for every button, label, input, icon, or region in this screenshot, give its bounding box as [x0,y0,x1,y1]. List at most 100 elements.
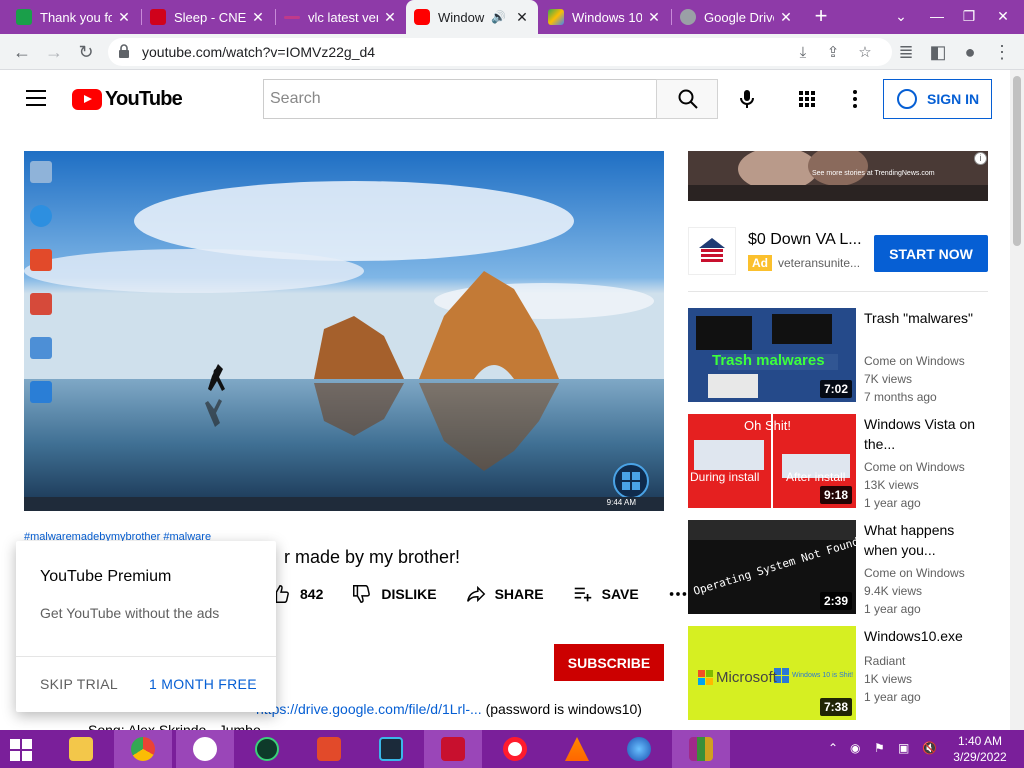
browser-menu-icon[interactable]: ⋮ [988,38,1016,66]
recorder-tray-icon[interactable]: ◉ [850,741,860,755]
close-tab-icon[interactable]: ✕ [514,9,530,26]
taskbar-opera[interactable] [486,730,544,768]
upload-age: 1 year ago [864,602,921,616]
tab-search-icon[interactable]: ⌄ [884,0,918,34]
subscribe-button[interactable]: SUBSCRIBE [554,644,664,681]
taskbar-recorder[interactable] [424,730,482,768]
recommended-title[interactable]: Windows10.exe [864,626,984,646]
taskbar-app-orb[interactable] [610,730,668,768]
recommended-video[interactable]: Microsoft Windows 10 is Shit! 7:38 Windo… [688,626,988,720]
desktop-icons [30,155,58,425]
taskbar-upwork[interactable] [238,730,296,768]
network-icon[interactable]: ▣ [898,741,909,755]
more-options-icon[interactable] [843,87,867,111]
volume-muted-icon[interactable]: 🔇 [922,741,937,755]
tab-google-drive[interactable]: Google Drive ✕ [672,0,802,34]
tab-vlc[interactable]: vlc latest ver ✕ [276,0,406,34]
close-tab-icon[interactable]: ✕ [778,9,794,26]
tab-sleep-cnet[interactable]: Sleep - CNET ✕ [142,0,274,34]
close-window-icon[interactable]: ✕ [986,0,1020,34]
channel-name[interactable]: Come on Windows [864,458,965,476]
share-icon[interactable]: ⇪ [824,44,842,62]
like-button[interactable]: 842 [270,583,323,605]
search-input[interactable]: Search [263,79,656,119]
video-thumbnail[interactable]: Oh Shit! During install After install 9:… [688,414,856,508]
flag-tray-icon[interactable]: ⚑ [874,741,885,755]
scrollbar-thumb[interactable] [1013,76,1021,246]
back-button[interactable]: ← [8,38,36,66]
side-panel-icon[interactable]: ◧ [924,38,952,66]
taskbar-chrome[interactable] [114,730,172,768]
video-thumbnail[interactable]: Operating System Not Found 2:39 [688,520,856,614]
close-tab-icon[interactable]: ✕ [382,9,398,26]
recommended-title[interactable]: Trash "malwares" [864,308,984,328]
video-desktop-clock: 9:44 AM [606,498,636,507]
microphone-icon[interactable] [735,87,759,111]
channel-name[interactable]: Radiant [864,652,905,670]
url-text[interactable]: youtube.com/watch?v=IOMVz22g_d4 [142,44,375,60]
system-clock[interactable]: 1:40 AM 3/29/2022 [952,733,1008,765]
install-icon[interactable]: ⤓ [794,44,812,62]
ad-info-icon[interactable]: i [974,152,987,165]
page-scrollbar[interactable] [1010,70,1024,730]
video-player[interactable]: 9:44 AM [24,151,664,511]
show-hidden-icons[interactable]: ⌃ [828,741,838,755]
taskbar-winrar[interactable] [672,730,730,768]
taskbar-vpn[interactable] [362,730,420,768]
youtube-logo[interactable]: YouTube [72,88,183,111]
sign-in-button[interactable]: SIGN IN [883,79,992,119]
save-button[interactable]: SAVE [572,583,639,605]
windows-start-icon[interactable] [10,739,32,761]
channel-name[interactable]: Come on Windows [864,352,965,370]
ad-title[interactable]: $0 Down VA L... [748,231,862,249]
video-thumbnail[interactable]: Trash malwares 7:02 [688,308,856,402]
media-controls-icon[interactable]: ≣ [892,38,920,66]
close-tab-icon[interactable]: ✕ [116,9,132,26]
apps-grid-icon[interactable] [795,87,819,111]
screen-recorder-icon [441,737,465,761]
tab-thank-you[interactable]: Thank you fo ✕ [8,0,140,34]
skip-trial-button[interactable]: SKIP TRIAL [40,676,118,692]
taskbar-vlc[interactable] [548,730,606,768]
address-bar[interactable]: youtube.com/watch?v=IOMVz22g_d4 ⤓ ⇪ ☆ [108,38,892,66]
taskbar-file-explorer[interactable] [52,730,110,768]
hamburger-menu-icon[interactable] [26,90,46,106]
recommended-title[interactable]: Windows Vista on the... [864,414,984,454]
reload-button[interactable]: ↻ [72,38,100,66]
forward-button[interactable]: → [40,38,68,66]
video-description: https://drive.google.com/file/d/1Lrl-...… [256,701,642,717]
minimize-icon[interactable]: — [920,0,954,34]
share-button[interactable]: SHARE [465,583,544,605]
month-free-button[interactable]: 1 MONTH FREE [149,676,257,692]
channel-name[interactable]: Come on Windows [864,564,965,582]
dislike-button[interactable]: DISLIKE [351,583,437,605]
recommended-video[interactable]: Oh Shit! During install After install 9:… [688,414,988,510]
profile-avatar-icon[interactable]: ● [956,38,984,66]
taskbar-ccleaner[interactable] [300,730,358,768]
search-button[interactable] [656,79,718,119]
recommended-video[interactable]: Trash malwares 7:02 Trash "malwares" Com… [688,308,988,404]
tab-youtube-active[interactable]: Window 🔊 ✕ [406,0,538,34]
youtube-favicon-icon [414,9,430,25]
recommended-video[interactable]: Operating System Not Found 2:39 What hap… [688,520,988,616]
lock-icon[interactable] [118,44,130,58]
ad-banner[interactable]: See more stories at TrendingNews.com [688,151,988,201]
audio-playing-icon[interactable]: 🔊 [491,10,506,24]
tab-favicon-icon [16,9,32,25]
ad-card[interactable]: $0 Down VA L... Ad veteransunite... STAR… [688,227,988,277]
youtube-header: YouTube Search SIGN IN [0,70,1010,128]
description-link[interactable]: https://drive.google.com/file/d/1Lrl-... [256,701,482,717]
description-suffix: (password is windows10) [485,701,642,717]
video-thumbnail[interactable]: Microsoft Windows 10 is Shit! 7:38 [688,626,856,720]
upload-age: 1 year ago [864,690,921,704]
bookmark-star-icon[interactable]: ☆ [856,44,874,62]
start-now-button[interactable]: START NOW [874,235,988,272]
close-tab-icon[interactable]: ✕ [646,9,662,26]
restore-icon[interactable]: ❐ [952,0,986,34]
video-duration: 7:02 [819,380,852,398]
close-tab-icon[interactable]: ✕ [250,9,266,26]
taskbar-todo[interactable] [176,730,234,768]
recommended-title[interactable]: What happens when you... [864,520,984,560]
new-tab-button[interactable]: + [808,0,834,34]
tab-windows-10[interactable]: Windows 10 ✕ [540,0,670,34]
